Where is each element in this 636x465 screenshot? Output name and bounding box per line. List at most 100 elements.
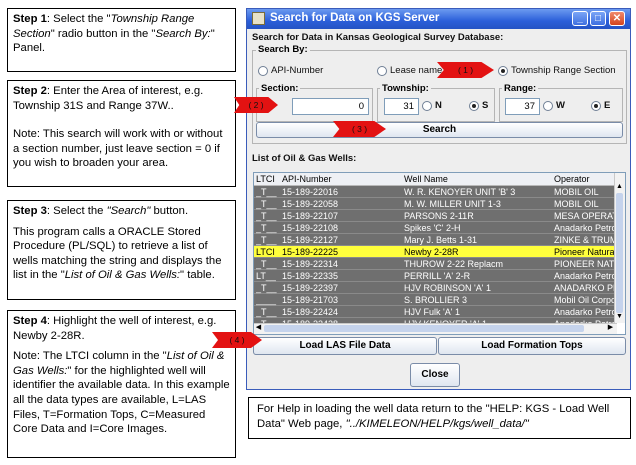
table-row[interactable]: _T__ 15-189-22127 Mary J. Betts 1-31 ZINKE … (254, 234, 617, 246)
table-cell-name: W. R. KENOYER UNIT 'B' 3 (404, 187, 516, 197)
section-label: Section: (259, 83, 301, 94)
table-cell-op: PIONEER NATURAL RE (554, 259, 616, 269)
table-row[interactable]: _T__ 15-189-22424 HJV Fulk 'A' 1 Anadarko P… (254, 306, 617, 318)
table-row[interactable]: LT__ 15-189-22335 PERRILL 'A' 2-R Anadarko … (254, 270, 617, 282)
table-row[interactable]: _T__ 15-189-22107 PARSONS 2-11R MESA OPERAT… (254, 210, 617, 222)
vertical-scrollbar[interactable]: ▲ ▼ (614, 173, 625, 323)
scroll-up-icon[interactable]: ▲ (615, 183, 624, 191)
table-cell-api: 15-189-22127 (282, 235, 339, 245)
table-cell-name: Spikes 'C' 2-H (404, 223, 461, 233)
table-header: LTCI API-Number Well Name Operator (254, 173, 617, 186)
col-well-name[interactable]: Well Name (404, 173, 448, 185)
table-cell-name: HJV Fulk 'A' 1 (404, 307, 460, 317)
step3-note: Step 3: Select the "Search" button. This… (7, 200, 236, 300)
horizontal-scrollbar[interactable]: ◀ ▶ (254, 323, 617, 334)
close-icon[interactable]: ✕ (609, 11, 625, 26)
table-cell-api: 15-189-22107 (282, 211, 339, 221)
maximize-icon[interactable]: □ (590, 11, 606, 26)
step4-note: Step 4: Highlight the well of interest, … (7, 310, 236, 458)
range-input[interactable]: 37 (505, 98, 540, 115)
step3-text-c: button. (150, 205, 189, 217)
step3-text-a: : Select the (46, 205, 107, 217)
scroll-left-icon[interactable]: ◀ (254, 324, 263, 332)
township-input[interactable]: 31 (384, 98, 419, 115)
table-row[interactable]: _T__ 15-189-22108 Spikes 'C' 2-H Anadarko P… (254, 222, 617, 234)
table-cell-name: PARSONS 2-11R (404, 211, 474, 221)
step1-note: Step 1: Select the "Township Range Secti… (7, 8, 236, 72)
table-cell-api: 15-189-22397 (282, 283, 339, 293)
load-formation-tops-button[interactable]: Load Formation Tops (438, 337, 626, 355)
east-radio[interactable] (591, 101, 601, 111)
minimize-icon[interactable]: _ (572, 11, 588, 26)
south-label: S (482, 100, 489, 111)
table-cell-op: Anadarko Petroleum Co (554, 223, 616, 233)
table-row[interactable]: _T__ 15-189-22397 HJV ROBINSON 'A' 1 ANADAR… (254, 282, 617, 294)
table-cell-op: ANADARKO PETROLEU (554, 283, 616, 293)
h-scroll-thumb[interactable] (264, 325, 584, 332)
table-cell-ltci: ____ (256, 295, 277, 305)
kgs-search-window: Search for Data on KGS Server _ □ ✕ Sear… (246, 8, 631, 390)
table-cell-api: 15-189-22424 (282, 307, 339, 317)
table-cell-op: ZINKE & TRUMBO, INC (554, 235, 616, 245)
api-number-label: API-Number (271, 65, 324, 76)
step3-body-b: List of Oil & Gas Wells: (64, 269, 181, 282)
step4-note-a: Note: The LTCI column in the " (13, 350, 167, 363)
table-cell-ltci: _T__ (256, 211, 277, 221)
lease-name-radio[interactable] (377, 66, 387, 76)
table-cell-op: MESA OPERATING (554, 211, 616, 221)
table-cell-op: Pioneer Natural Resou (554, 247, 616, 257)
township-range-section-label: Township Range Section (511, 65, 616, 76)
step2-note-text: Note: This search will work with or with… (13, 128, 223, 170)
table-cell-api: 15-189-22314 (282, 259, 339, 269)
col-api-number[interactable]: API-Number (282, 173, 332, 185)
west-radio[interactable] (543, 101, 553, 111)
help-note: For Help in loading the well data return… (248, 397, 631, 439)
window-subtitle: Search for Data in Kansas Geological Sur… (252, 32, 504, 43)
table-cell-ltci: LTCI (256, 247, 275, 257)
title-bar[interactable]: Search for Data on KGS Server _ □ ✕ (247, 9, 630, 29)
section-input[interactable]: 0 (292, 98, 369, 115)
close-button[interactable]: Close (410, 363, 460, 387)
step3-text-b: "Search" (106, 205, 151, 217)
township-range-section-radio[interactable] (498, 66, 508, 76)
table-row[interactable]: ____ 15-189-21703 S. BROLLIER 3 Mobil Oil C… (254, 294, 617, 306)
app-icon (252, 12, 265, 25)
table-cell-op: Anadarko Petroleum Co (554, 307, 616, 317)
table-cell-op: Mobil Oil Corporation (554, 295, 616, 305)
table-cell-op: Anadarko Petroleum Co (554, 271, 616, 281)
east-label: E (604, 100, 611, 111)
table-cell-api: 15-189-22108 (282, 223, 339, 233)
table-cell-api: 15-189-21703 (282, 295, 339, 305)
table-cell-name: Mary J. Betts 1-31 (404, 235, 478, 245)
api-number-radio[interactable] (258, 66, 268, 76)
table-cell-api: 15-189-22058 (282, 199, 339, 209)
scroll-down-icon[interactable]: ▼ (615, 313, 624, 321)
col-ltci[interactable]: LTCI (256, 173, 275, 185)
range-label: Range: (502, 83, 539, 94)
step2-label: Step 2 (13, 85, 47, 97)
table-cell-name: PERRILL 'A' 2-R (404, 271, 471, 281)
north-radio[interactable] (422, 101, 432, 111)
table-cell-ltci: _T__ (256, 283, 277, 293)
step4-label: Step 4 (13, 315, 47, 327)
table-row[interactable]: LTCI 15-189-22225 Newby 2-28R Pioneer Natur… (254, 246, 617, 258)
load-las-button[interactable]: Load LAS File Data (253, 337, 437, 355)
scroll-right-icon[interactable]: ▶ (606, 324, 615, 332)
search-button[interactable]: Search (256, 122, 623, 138)
step1-text-c: " radio button in the " (50, 27, 156, 40)
step3-body-c: " table. (180, 269, 215, 282)
north-label: N (435, 100, 442, 111)
table-row[interactable]: _T__ 15-189-22314 THUROW 2-22 Replacm PIONE… (254, 258, 617, 270)
step1-label: Step 1 (13, 13, 47, 25)
table-cell-name: HJV ROBINSON 'A' 1 (404, 283, 491, 293)
scroll-thumb[interactable] (616, 193, 623, 313)
township-label: Township: (380, 83, 431, 94)
table-cell-ltci: _T__ (256, 259, 277, 269)
step3-label: Step 3 (13, 205, 47, 217)
south-radio[interactable] (469, 101, 479, 111)
west-label: W (556, 100, 565, 111)
col-operator[interactable]: Operator (554, 173, 590, 185)
table-row[interactable]: _T__ 15-189-22058 M. W. MILLER UNIT 1-3 MOB… (254, 198, 617, 210)
table-cell-ltci: LT__ (256, 271, 276, 281)
table-row[interactable]: _T__ 15-189-22016 W. R. KENOYER UNIT 'B' 3… (254, 186, 617, 198)
